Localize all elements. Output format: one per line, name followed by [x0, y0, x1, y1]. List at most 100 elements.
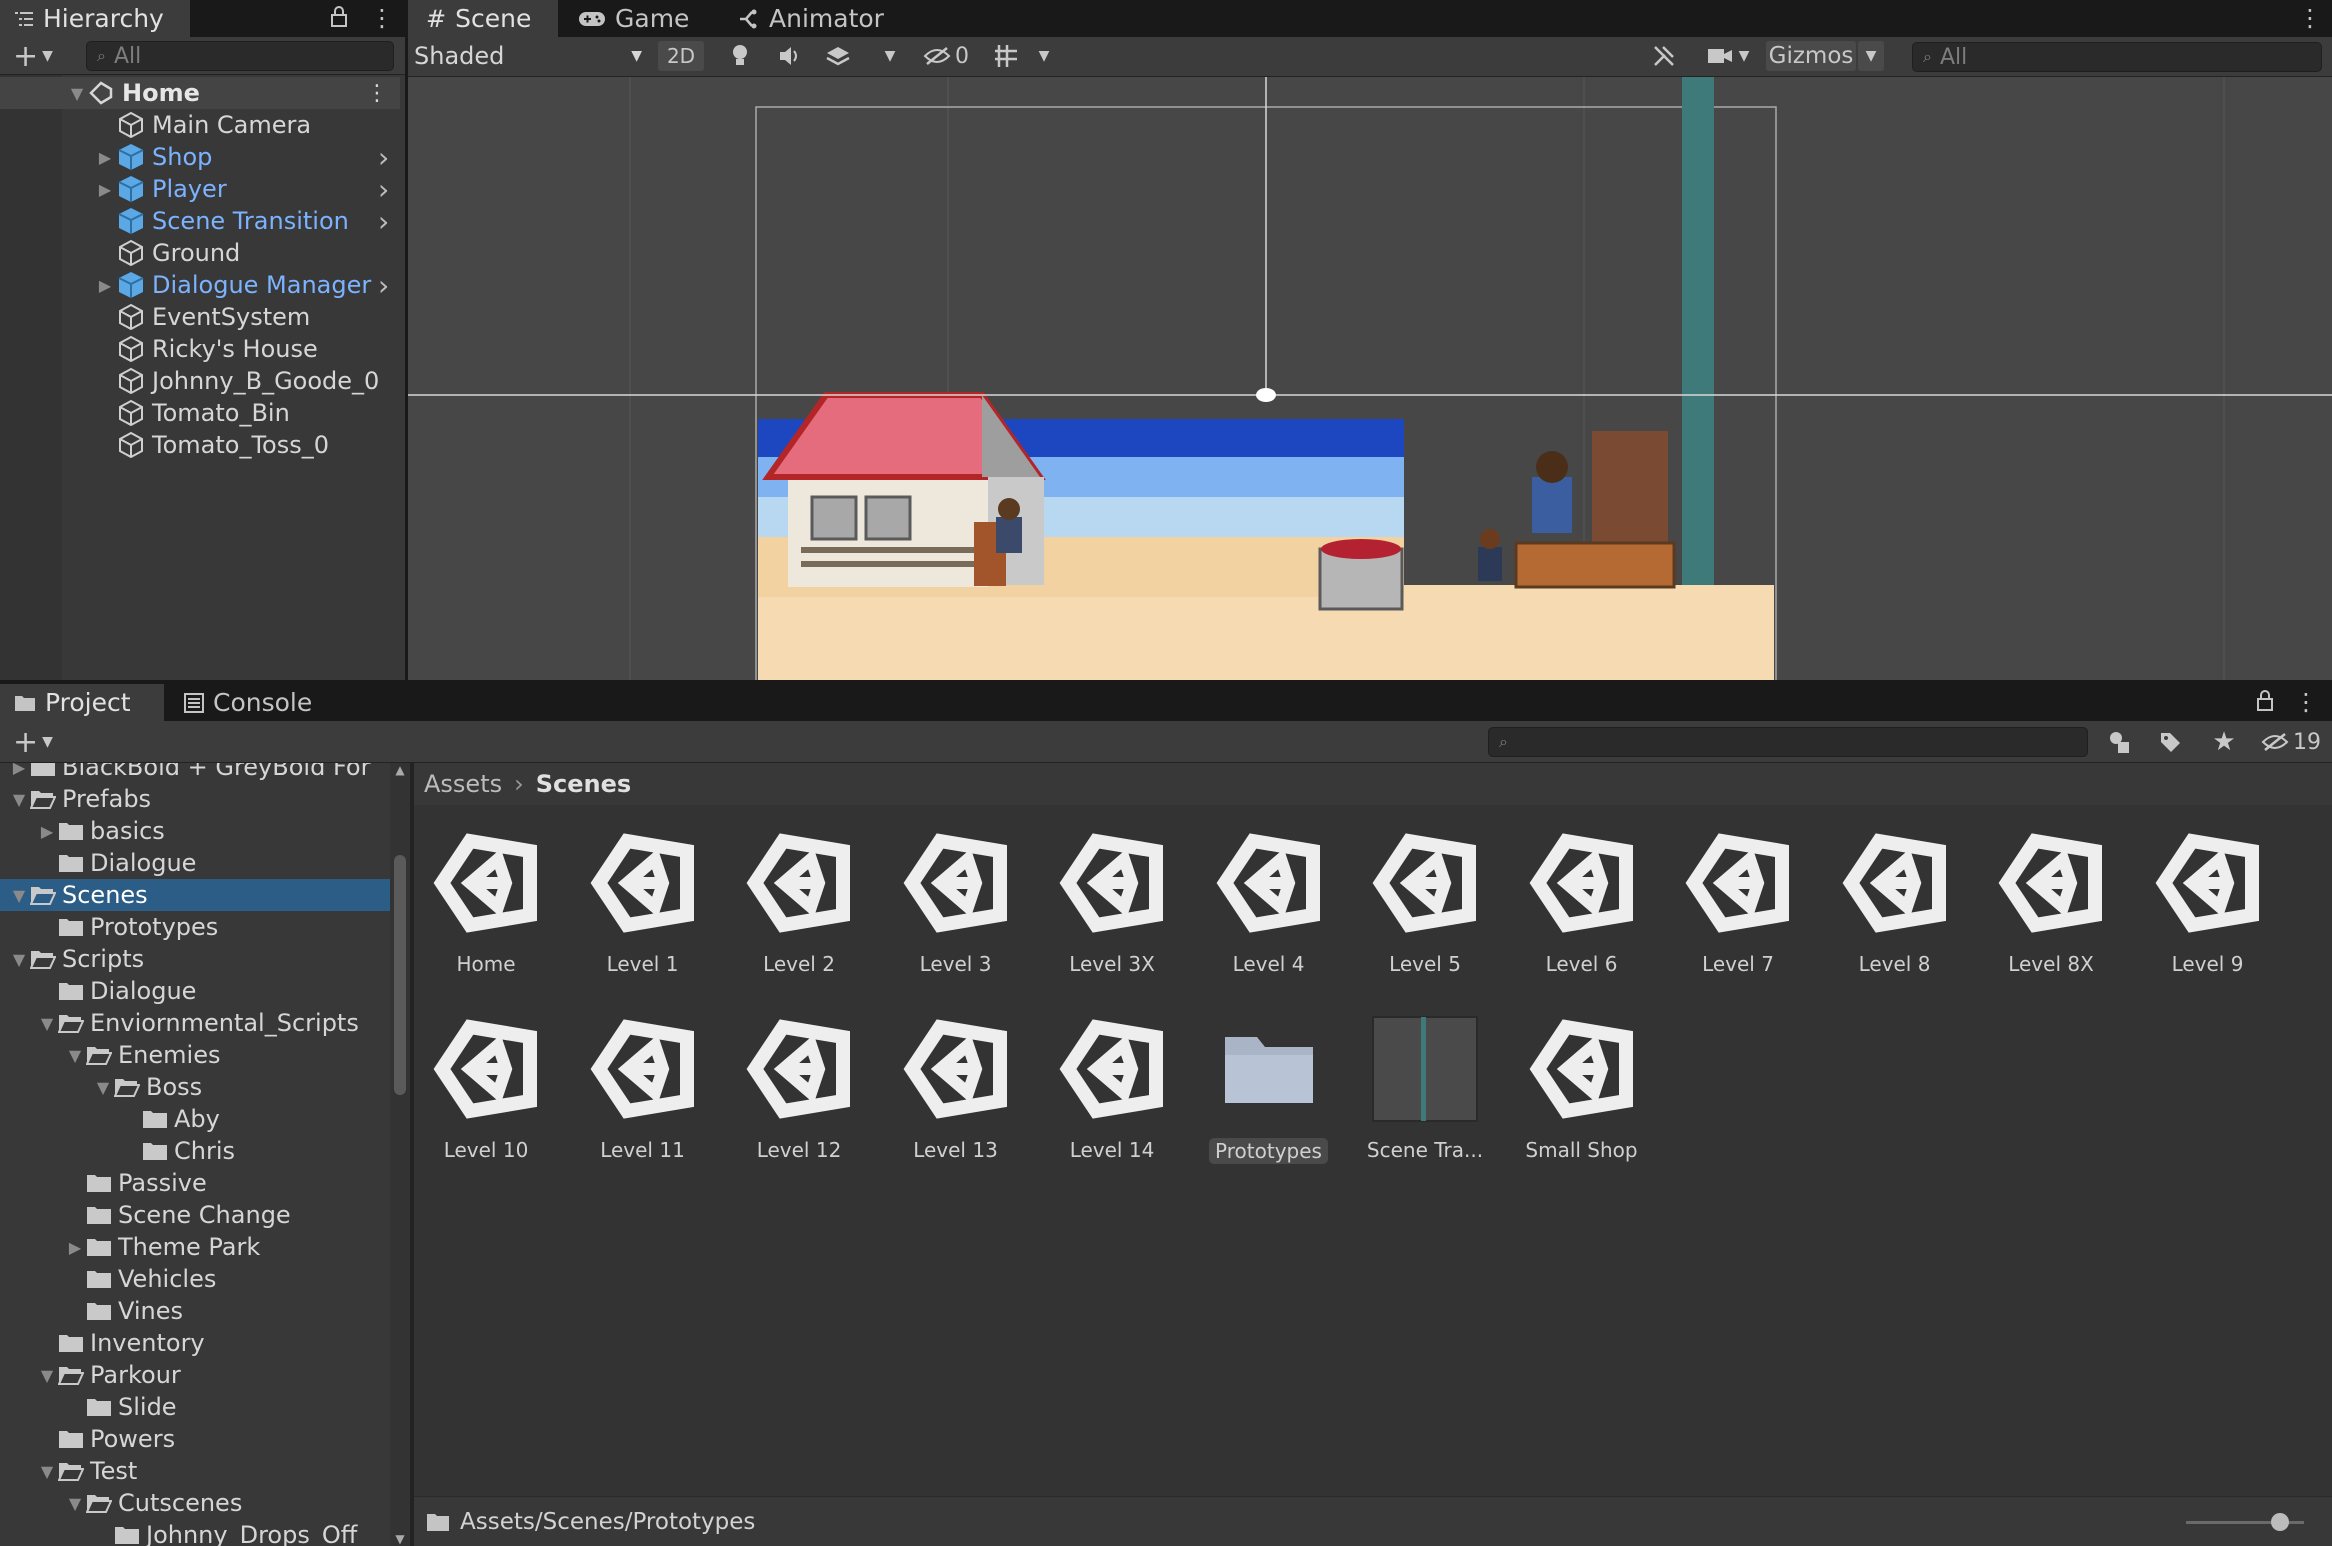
- tree-scrollbar[interactable]: ▲ ▼: [390, 763, 410, 1546]
- folder-tree-item[interactable]: ▶ basics: [0, 815, 390, 847]
- tab-hierarchy[interactable]: Hierarchy: [0, 0, 190, 37]
- zoom-slider[interactable]: [2186, 1513, 2304, 1531]
- create-button[interactable]: + ▼: [8, 39, 58, 74]
- hidden-objects-button[interactable]: 0: [914, 41, 978, 71]
- expand-arrow-icon[interactable]: ▼: [64, 1046, 86, 1065]
- asset-scene-item[interactable]: Level 1: [573, 829, 713, 976]
- expand-arrow-icon[interactable]: ▼: [92, 1078, 114, 1097]
- asset-prefab-item[interactable]: Scene Tra...: [1355, 1015, 1495, 1162]
- hierarchy-item[interactable]: ▶ Player ›: [0, 173, 400, 206]
- asset-scene-item[interactable]: Home: [416, 829, 556, 976]
- asset-scene-item[interactable]: Level 9: [2138, 829, 2278, 976]
- hierarchy-item[interactable]: ▶ Dialogue Manager ›: [0, 269, 400, 302]
- grid-snapping-button[interactable]: [986, 41, 1026, 71]
- breadcrumb-assets[interactable]: Assets: [424, 770, 502, 798]
- tab-project[interactable]: Project: [0, 684, 164, 721]
- folder-tree-item[interactable]: ▶ BlackBold + GreyBold For: [0, 763, 390, 783]
- open-prefab-arrow-icon[interactable]: ›: [378, 269, 389, 302]
- folder-tree-item[interactable]: Chris: [0, 1135, 390, 1167]
- tab-scene[interactable]: # Scene: [408, 0, 558, 37]
- folder-tree-item[interactable]: Dialogue: [0, 975, 390, 1007]
- lighting-toggle-button[interactable]: [720, 41, 760, 71]
- folder-tree-item[interactable]: Dialogue: [0, 847, 390, 879]
- expand-arrow-icon[interactable]: ▶: [94, 180, 116, 199]
- audio-toggle-button[interactable]: [770, 41, 810, 71]
- hierarchy-search-input[interactable]: ⌕ All: [86, 41, 394, 71]
- asset-scene-item[interactable]: Level 10: [416, 1015, 556, 1162]
- hierarchy-item[interactable]: Main Camera: [0, 109, 400, 141]
- favorites-button[interactable]: ★: [2204, 727, 2244, 757]
- hierarchy-item[interactable]: ▶ Shop ›: [0, 141, 400, 174]
- asset-scene-item[interactable]: Level 12: [729, 1015, 869, 1162]
- camera-settings-button[interactable]: ▼: [1698, 41, 1758, 71]
- asset-scene-item[interactable]: Small Shop: [1512, 1015, 1652, 1162]
- project-create-button[interactable]: + ▼: [8, 725, 58, 760]
- hierarchy-item[interactable]: Tomato_Toss_0: [0, 429, 400, 461]
- open-prefab-arrow-icon[interactable]: ›: [378, 205, 389, 238]
- expand-arrow-icon[interactable]: ▶: [8, 763, 30, 777]
- shading-mode-dropdown[interactable]: Shaded ▼: [410, 40, 650, 72]
- open-prefab-arrow-icon[interactable]: ›: [378, 141, 389, 174]
- folder-tree-item[interactable]: ▼ Parkour: [0, 1359, 390, 1391]
- folder-tree-item[interactable]: Vines: [0, 1295, 390, 1327]
- folder-tree-item[interactable]: Passive: [0, 1167, 390, 1199]
- scene-viewport[interactable]: [408, 77, 2332, 680]
- project-more-icon[interactable]: ⋮: [2294, 688, 2318, 716]
- folder-tree-item[interactable]: ▼ Scenes: [0, 879, 390, 911]
- folder-tree-item[interactable]: ▼ Enemies: [0, 1039, 390, 1071]
- asset-scene-item[interactable]: Level 7: [1668, 829, 1808, 976]
- open-prefab-arrow-icon[interactable]: ›: [378, 173, 389, 206]
- toggle-2d-button[interactable]: 2D: [658, 41, 704, 71]
- scroll-up-arrow[interactable]: ▲: [390, 763, 410, 777]
- project-search-input[interactable]: ⌕: [1488, 727, 2088, 757]
- hierarchy-item[interactable]: Tomato_Bin: [0, 397, 400, 429]
- grid-dropdown-arrow[interactable]: ▼: [1032, 41, 1056, 71]
- scene-menu-icon[interactable]: ⋮: [366, 81, 388, 106]
- folder-tree-item[interactable]: Scene Change: [0, 1199, 390, 1231]
- asset-scene-item[interactable]: Level 3X: [1042, 829, 1182, 976]
- expand-arrow-icon[interactable]: ▶: [36, 822, 58, 841]
- expand-arrow-icon[interactable]: ▶: [94, 148, 116, 167]
- asset-scene-item[interactable]: Level 6: [1512, 829, 1652, 976]
- asset-scene-item[interactable]: Level 5: [1355, 829, 1495, 976]
- folder-tree-item[interactable]: ▼ Boss: [0, 1071, 390, 1103]
- hierarchy-item[interactable]: Scene Transition ›: [0, 205, 400, 238]
- expand-arrow-icon[interactable]: ▼: [8, 950, 30, 969]
- folder-tree-item[interactable]: ▼ Cutscenes: [0, 1487, 390, 1519]
- expanded-arrow-icon[interactable]: ▼: [66, 84, 88, 103]
- expand-arrow-icon[interactable]: ▼: [36, 1014, 58, 1033]
- asset-folder-item[interactable]: Prototypes: [1199, 1015, 1339, 1164]
- asset-scene-item[interactable]: Level 4: [1199, 829, 1339, 976]
- expand-arrow-icon[interactable]: ▼: [64, 1494, 86, 1513]
- effects-toggle-button[interactable]: [818, 41, 858, 71]
- scroll-thumb[interactable]: [394, 855, 406, 1095]
- effects-dropdown-arrow[interactable]: ▼: [878, 41, 902, 71]
- search-by-type-button[interactable]: [2100, 727, 2140, 757]
- folder-tree-item[interactable]: ▶ Theme Park: [0, 1231, 390, 1263]
- asset-scene-item[interactable]: Level 11: [573, 1015, 713, 1162]
- folder-tree-item[interactable]: Slide: [0, 1391, 390, 1423]
- folder-tree-item[interactable]: ▼ Enviornmental_Scripts: [0, 1007, 390, 1039]
- asset-scene-item[interactable]: Level 3: [886, 829, 1026, 976]
- more-options-icon[interactable]: ⋮: [370, 4, 394, 32]
- expand-arrow-icon[interactable]: ▶: [64, 1238, 86, 1257]
- asset-scene-item[interactable]: Level 2: [729, 829, 869, 976]
- breadcrumb-scenes[interactable]: Scenes: [536, 770, 631, 798]
- scene-root-row[interactable]: ▼ Home ⋮: [0, 77, 400, 109]
- tab-animator[interactable]: Animator: [720, 0, 902, 37]
- tools-button[interactable]: [1646, 41, 1682, 71]
- scene-search-input[interactable]: ⌕ All: [1912, 42, 2322, 72]
- hierarchy-item[interactable]: EventSystem: [0, 301, 400, 333]
- lock-icon[interactable]: [330, 6, 348, 28]
- expand-arrow-icon[interactable]: ▼: [36, 1462, 58, 1481]
- folder-tree-item[interactable]: Aby: [0, 1103, 390, 1135]
- project-hidden-button[interactable]: 19: [2256, 727, 2326, 757]
- tab-game[interactable]: Game: [560, 0, 707, 37]
- folder-tree-item[interactable]: Powers: [0, 1423, 390, 1455]
- zoom-slider-handle[interactable]: [2271, 1513, 2290, 1531]
- gizmos-dropdown-arrow[interactable]: ▼: [1858, 41, 1884, 71]
- folder-tree-item[interactable]: ▼ Prefabs: [0, 783, 390, 815]
- asset-scene-item[interactable]: Level 8: [1825, 829, 1965, 976]
- folder-tree-item[interactable]: Inventory: [0, 1327, 390, 1359]
- folder-tree-item[interactable]: Vehicles: [0, 1263, 390, 1295]
